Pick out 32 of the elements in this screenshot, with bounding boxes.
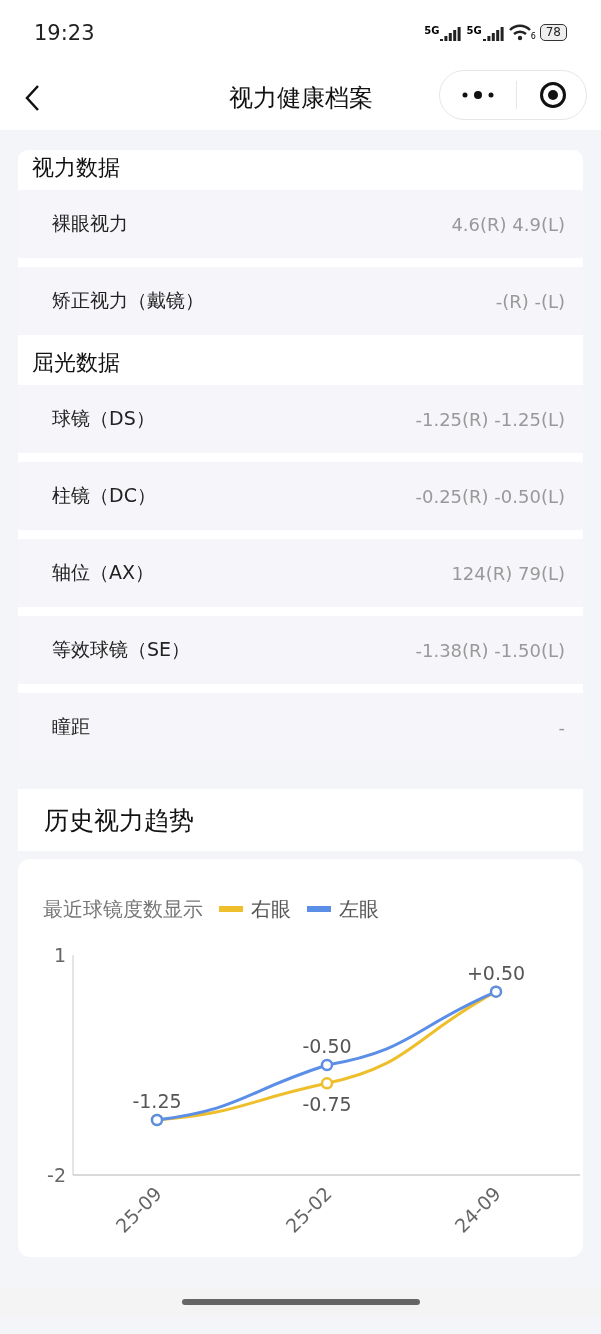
legend-label: 左眼: [339, 895, 379, 923]
battery-level: 78: [539, 24, 567, 41]
clock: 19:23: [34, 20, 95, 45]
section-title: 历史视力趋势: [44, 804, 194, 837]
y-tick-label: -2: [47, 1164, 66, 1186]
data-label: -1.25: [132, 1090, 182, 1112]
row-value: 124(R) 79(L): [451, 562, 565, 584]
data-label: -0.75: [302, 1093, 352, 1116]
page-title: 视力健康档案: [228, 82, 373, 114]
row-value: -1.38(R) -1.50(L): [415, 639, 565, 661]
row-value: 4.6(R) 4.9(L): [451, 213, 565, 235]
row-label: 柱镜（DC）: [52, 483, 156, 508]
row-label: 矫正视力（戴镜）: [52, 288, 204, 313]
row-value: -0.25(R) -0.50(L): [415, 485, 565, 507]
row-value: -1.25(R) -1.25(L): [415, 408, 565, 430]
legend-label: 右眼: [251, 895, 291, 923]
row-label: 等效球镜（SE）: [52, 637, 191, 662]
network-type: 5G: [466, 24, 482, 36]
section-heading: 屈光数据: [31, 349, 121, 377]
section-heading: 视力数据: [31, 154, 121, 182]
row-label: 瞳距: [52, 714, 90, 739]
chart-title: 最近球镜度数显示: [43, 895, 203, 923]
row-label: 轴位（AX）: [52, 560, 154, 585]
data-label: +0.50: [466, 961, 526, 984]
row-label: 裸眼视力: [52, 211, 128, 236]
row-label: 球镜（DS）: [52, 406, 155, 431]
row-value: -: [558, 716, 565, 738]
row-value: -(R) -(L): [495, 290, 565, 312]
data-label: -0.50: [302, 1035, 352, 1057]
y-tick-label: 1: [53, 944, 66, 966]
network-type: 5G: [424, 24, 440, 36]
wifi-label: 6: [530, 32, 536, 41]
